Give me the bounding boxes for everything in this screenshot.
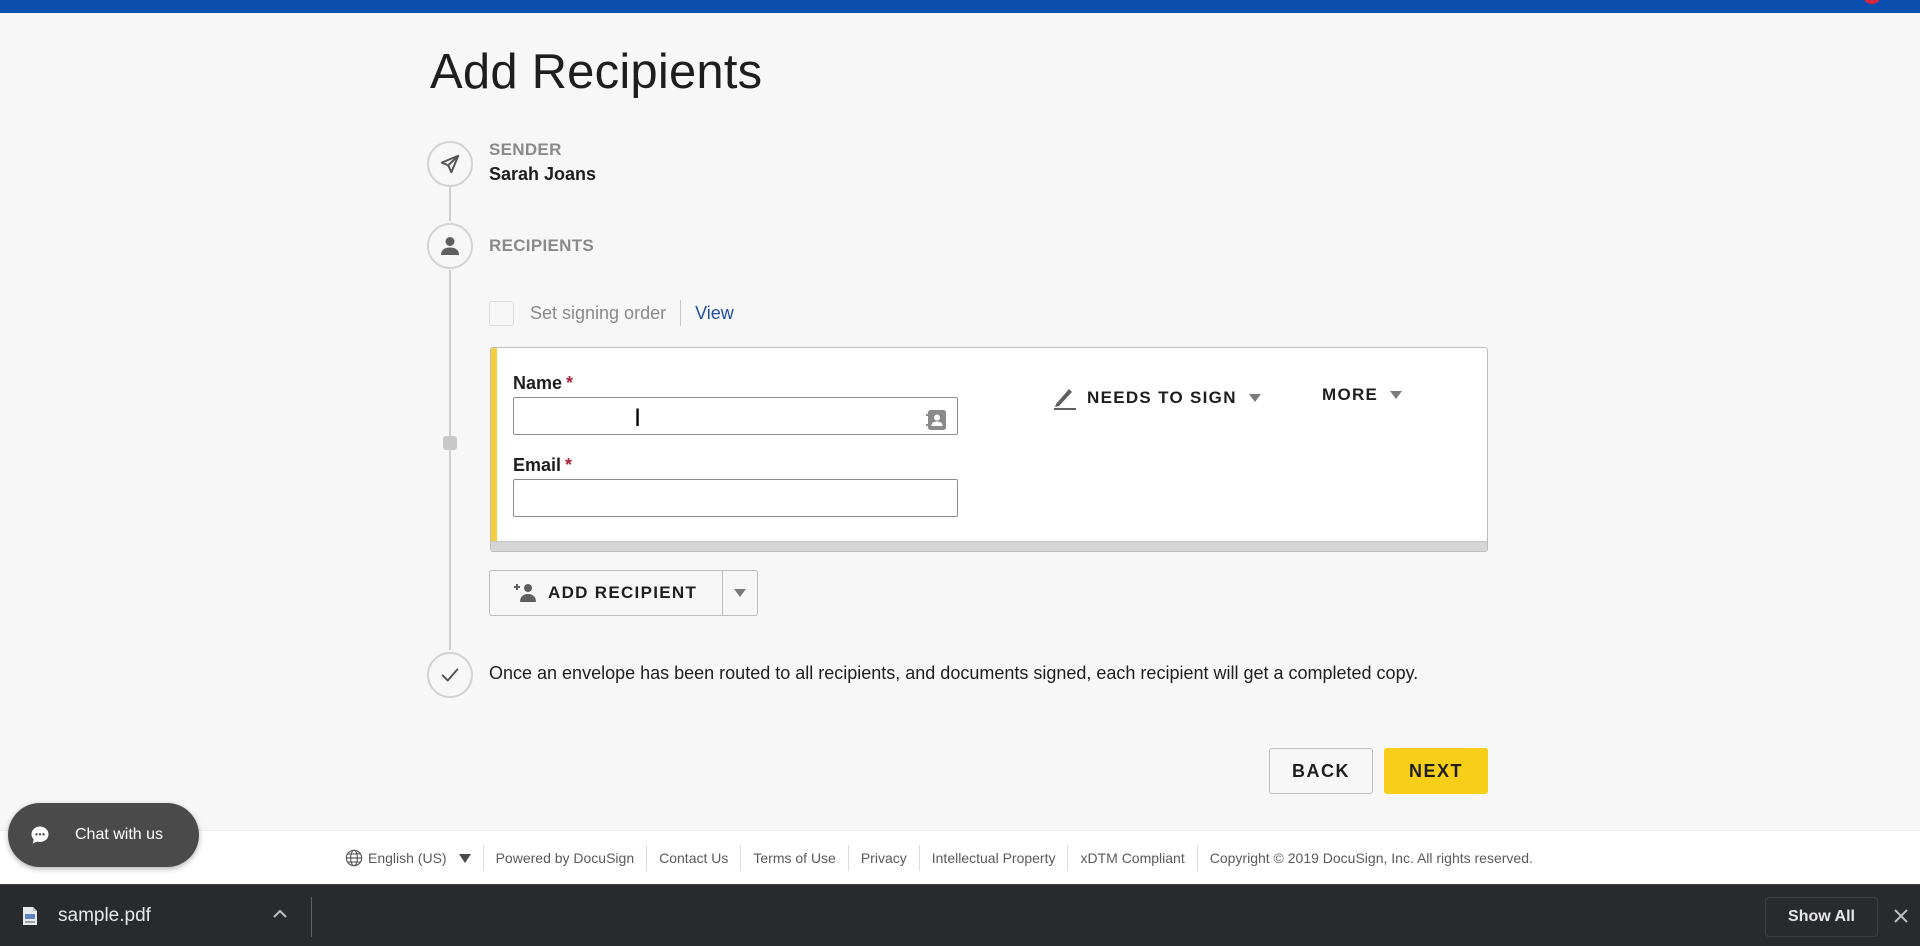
contacts-book-icon[interactable]: [924, 408, 948, 432]
checkmark-icon: [441, 668, 459, 682]
close-icon[interactable]: [1892, 907, 1910, 925]
top-nav-bar: [0, 0, 1920, 13]
signing-order-checkbox[interactable]: [489, 300, 514, 326]
download-file-name: sample.pdf: [58, 905, 151, 926]
email-field-label: Email *: [513, 455, 572, 476]
footer-link-intellectual-property[interactable]: Intellectual Property: [918, 845, 1068, 871]
recipient-card-marker: [443, 436, 457, 450]
recipients-label: RECIPIENTS: [489, 236, 595, 255]
add-recipient-button[interactable]: ADD RECIPIENT: [490, 571, 724, 615]
completion-message: Once an envelope has been routed to all …: [489, 663, 1419, 683]
page-title: Add Recipients: [430, 45, 763, 99]
recipient-action-label: NEEDS TO SIGN: [1087, 388, 1237, 407]
recipients-step-marker: [427, 223, 473, 269]
caret-down-icon: [1248, 394, 1261, 402]
name-label-text: Name: [513, 373, 563, 393]
name-field-label: Name *: [513, 373, 573, 394]
text-cursor-icon: I: [634, 404, 642, 432]
email-label-text: Email: [513, 455, 562, 475]
sender-label: SENDER: [489, 140, 562, 159]
chat-label: Chat with us: [75, 826, 164, 843]
pen-icon: [1054, 389, 1076, 410]
user-avatar[interactable]: [1864, 0, 1880, 4]
completion-step-marker: [427, 652, 473, 698]
footer-link-powered-by[interactable]: Powered by DocuSign: [482, 845, 647, 871]
card-bottom-strip: [491, 541, 1487, 551]
caret-down-icon: [1390, 391, 1403, 399]
page-footer: English (US) Powered by DocuSign Contact…: [0, 830, 1920, 884]
person-icon: [441, 237, 459, 255]
caret-down-icon: [734, 589, 747, 597]
footer-link-contact-us[interactable]: Contact Us: [646, 845, 740, 871]
chat-bubble-icon: [31, 826, 49, 844]
recipient-color-accent: [491, 348, 497, 551]
chevron-up-icon[interactable]: [272, 908, 288, 920]
download-item[interactable]: sample.pdf: [0, 885, 312, 946]
timeline-line: [449, 187, 451, 221]
recipient-action-dropdown[interactable]: NEEDS TO SIGN: [1052, 385, 1261, 411]
paper-plane-icon: [440, 154, 460, 174]
footer-link-terms-of-use[interactable]: Terms of Use: [740, 845, 847, 871]
recipient-card: Name * I Email * NEEDS TO SIGN MORE: [490, 347, 1488, 552]
divider: [311, 897, 312, 937]
add-person-icon: [514, 584, 536, 602]
sender-step-marker: [427, 141, 473, 187]
add-recipient-label: ADD RECIPIENT: [548, 583, 698, 602]
signing-order-label: Set signing order: [530, 302, 667, 323]
add-recipient-options-toggle[interactable]: [723, 571, 757, 615]
timeline-line: [449, 270, 451, 650]
caret-down-icon: [458, 853, 471, 863]
globe-icon: [345, 849, 363, 867]
show-all-downloads-button[interactable]: Show All: [1765, 897, 1878, 937]
footer-links: English (US) Powered by DocuSign Contact…: [345, 845, 1545, 871]
more-label: MORE: [1322, 385, 1379, 404]
footer-link-privacy[interactable]: Privacy: [847, 845, 919, 871]
email-input[interactable]: [513, 479, 958, 517]
more-options-dropdown[interactable]: MORE: [1322, 385, 1403, 405]
copyright-text: Copyright © 2019 DocuSign, Inc. All righ…: [1196, 845, 1545, 871]
signing-order-row: Set signing order View: [489, 300, 734, 326]
sender-name: Sarah Joans: [489, 164, 597, 184]
pdf-file-icon: [23, 907, 37, 925]
name-input[interactable]: [513, 397, 958, 435]
chat-with-us-button[interactable]: Chat with us: [8, 803, 199, 867]
required-mark: *: [565, 455, 573, 475]
next-button[interactable]: NEXT: [1384, 748, 1488, 794]
add-recipient-split-button: ADD RECIPIENT: [489, 570, 759, 616]
language-selector[interactable]: English (US): [345, 845, 483, 871]
back-button[interactable]: BACK: [1269, 748, 1373, 794]
browser-download-bar: sample.pdf Show All: [0, 884, 1920, 946]
footer-link-xdtm-compliant[interactable]: xDTM Compliant: [1067, 845, 1196, 871]
view-signing-order-link[interactable]: View: [695, 303, 734, 324]
required-mark: *: [566, 373, 574, 393]
divider: [680, 300, 682, 326]
language-label: English (US): [368, 850, 447, 866]
